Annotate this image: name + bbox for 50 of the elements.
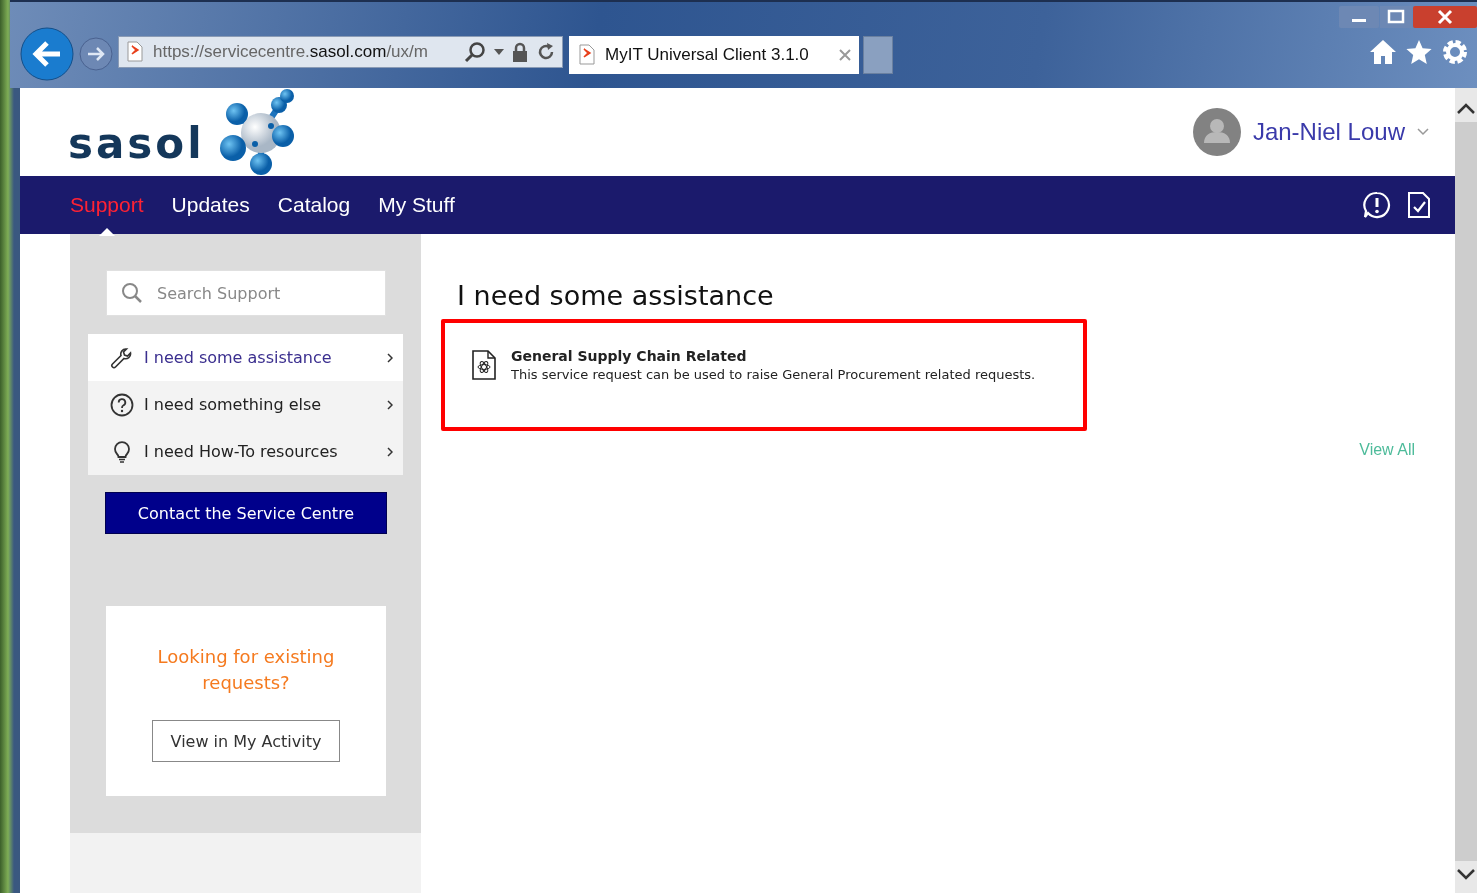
close-button[interactable] xyxy=(1413,6,1477,28)
question-icon xyxy=(110,392,134,417)
sidebar-item-label: I need some assistance xyxy=(144,348,333,367)
nav-tab[interactable]: Updates xyxy=(171,193,250,217)
user-name: Jan-Niel Louw xyxy=(1252,118,1405,146)
wrench-icon xyxy=(110,345,134,370)
url-text: https://servicecentre.sasol.com/ux/m xyxy=(153,42,429,62)
promo-text: Looking for existing requests? xyxy=(156,645,336,695)
logo-wordmark: sasol xyxy=(68,118,205,168)
page-icon xyxy=(577,44,597,66)
chevron-right-icon xyxy=(387,352,393,363)
minimize-button[interactable] xyxy=(1339,6,1379,28)
sidebar-item[interactable]: I need some assistance xyxy=(88,334,403,381)
sidebar-item-label: I need How-To resources xyxy=(144,442,339,461)
sidebar-item-label: I need something else xyxy=(144,395,323,414)
avatar-icon xyxy=(1192,108,1241,156)
browser-tab[interactable]: MyIT Universal Client 3.1.0 xyxy=(569,36,859,74)
tab-title: MyIT Universal Client 3.1.0 xyxy=(605,45,810,65)
card-description: This service request can be used to raise General Procurement related requests. xyxy=(511,367,1036,382)
address-bar[interactable]: https://servicecentre.sasol.com/ux/m xyxy=(118,36,563,68)
back-button[interactable] xyxy=(20,27,74,81)
scroll-down-icon[interactable] xyxy=(1457,869,1475,881)
maximize-button[interactable] xyxy=(1380,6,1412,28)
checklist-icon[interactable] xyxy=(1407,191,1431,219)
sidebar-item[interactable]: I need How-To resources xyxy=(88,428,403,475)
star-icon[interactable] xyxy=(1405,39,1433,65)
settings-icon[interactable] xyxy=(1441,38,1469,66)
chevron-right-icon xyxy=(387,399,393,410)
chevron-right-icon xyxy=(387,446,393,457)
home-icon[interactable] xyxy=(1369,39,1397,65)
dropdown-icon[interactable] xyxy=(494,49,504,55)
page-heading: I need some assistance xyxy=(457,280,775,311)
lock-icon xyxy=(512,42,528,62)
contact-button[interactable]: Contact the Service Centre xyxy=(105,492,387,534)
chevron-down-icon xyxy=(1417,128,1429,136)
nav-tab[interactable]: My Stuff xyxy=(378,193,455,217)
scroll-up-icon[interactable] xyxy=(1457,102,1475,114)
card-title: General Supply Chain Related xyxy=(511,348,748,364)
sidebar-item[interactable]: I need something else xyxy=(88,381,403,428)
request-card[interactable]: General Supply Chain Related This service request can be used to raise General Procurement related requests. xyxy=(441,319,1087,431)
forward-button[interactable] xyxy=(78,36,114,72)
search-icon[interactable] xyxy=(464,41,486,63)
user-menu[interactable]: Jan-Niel Louw xyxy=(1192,108,1429,156)
nav-tab[interactable]: Catalog xyxy=(277,193,351,217)
search-field[interactable]: Search Support xyxy=(106,270,386,316)
document-icon xyxy=(471,350,497,380)
page-icon xyxy=(125,41,145,63)
close-icon[interactable] xyxy=(839,49,851,61)
activity-button[interactable]: View in My Activity xyxy=(152,720,340,762)
alert-icon[interactable] xyxy=(1363,191,1391,219)
